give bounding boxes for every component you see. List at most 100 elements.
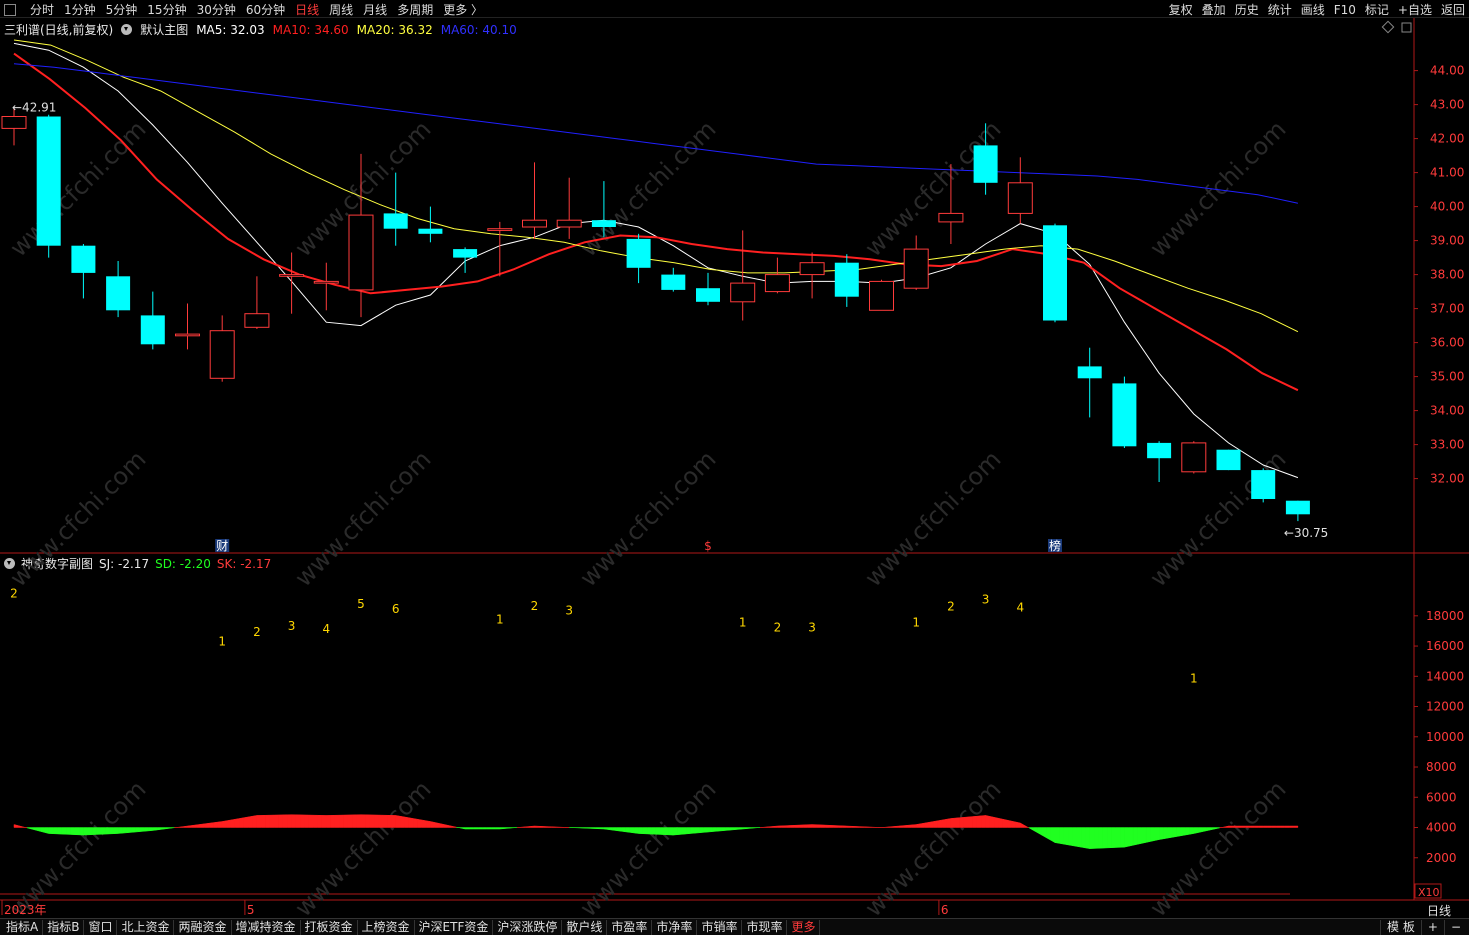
area-segment	[44, 827, 49, 834]
area-segment	[742, 827, 748, 830]
count-label: 2	[10, 587, 18, 601]
area-segment	[1037, 827, 1043, 836]
area-segment	[751, 827, 756, 829]
bottom-tab[interactable]: 北上资金	[117, 920, 175, 935]
candle	[869, 279, 894, 311]
area-segment	[508, 827, 514, 829]
area-segment	[48, 827, 54, 835]
bottom-tab[interactable]: 增减持资金	[232, 920, 301, 935]
bottom-tab[interactable]: 市销率	[697, 920, 743, 935]
bottom-tab[interactable]: 市净率	[652, 920, 698, 935]
bottom-tab[interactable]: 窗口	[84, 920, 118, 935]
toolbar-button[interactable]: 返回	[1441, 1, 1465, 18]
period-tab[interactable]: 更多 〉	[443, 1, 483, 18]
area-segment	[473, 827, 479, 830]
area-segment	[924, 821, 930, 828]
area-segment	[581, 827, 587, 829]
area-segment	[369, 814, 375, 828]
toolbar-button[interactable]: 复权	[1169, 1, 1193, 18]
bottom-right-buttons: 模 板 + −	[1380, 920, 1467, 935]
bottom-tab[interactable]: 沪深涨跌停	[493, 920, 563, 935]
area-segment	[863, 826, 869, 828]
candle-body	[1285, 500, 1310, 515]
bottom-right-button[interactable]: 模 板	[1380, 920, 1421, 935]
bottom-tab[interactable]: 市盈率	[607, 920, 653, 935]
bottom-tab[interactable]: 沪深ETF资金	[415, 920, 494, 935]
area-segment	[74, 827, 80, 836]
area-segment	[594, 827, 600, 830]
area-segment	[31, 827, 36, 831]
period-tab[interactable]: 30分钟	[197, 1, 236, 18]
area-segment	[1158, 827, 1164, 840]
watermark-layer: www.cfchi.com www.cfchi.com www.cfchi.com w…	[4, 115, 1291, 918]
bottom-right-button[interactable]: −	[1443, 920, 1467, 935]
area-segment	[352, 814, 357, 828]
watermark-text: www.cfchi.com	[1144, 775, 1291, 918]
count-label: 3	[288, 619, 296, 633]
period-tab[interactable]: 5分钟	[106, 1, 138, 18]
sub-y-tick-label: 18000	[1426, 609, 1464, 623]
toolbar-button[interactable]: 标记	[1365, 1, 1389, 18]
area-segment	[1150, 827, 1156, 842]
bottom-tab[interactable]: 指标A	[2, 920, 44, 935]
toolbar-button[interactable]: +自选	[1398, 1, 1432, 18]
area-segment	[382, 814, 388, 828]
area-segment	[846, 825, 852, 828]
area-segment	[252, 815, 258, 828]
candle	[730, 230, 756, 321]
candle-body	[764, 274, 790, 293]
area-segment	[239, 817, 245, 828]
area-segment	[1028, 827, 1034, 831]
period-tab[interactable]: 多周期	[397, 1, 433, 18]
area-segment	[998, 817, 1004, 828]
area-segment	[725, 827, 730, 831]
period-tab[interactable]: 分时	[30, 1, 54, 18]
area-segment	[18, 825, 23, 828]
window-icon[interactable]	[4, 3, 16, 16]
area-segment	[855, 826, 861, 828]
bottom-tab[interactable]: 市现率	[742, 920, 788, 935]
area-segment	[1241, 825, 1247, 828]
area-segment	[1288, 825, 1294, 828]
toolbar-button[interactable]: 历史	[1235, 1, 1259, 18]
area-segment	[274, 814, 279, 828]
toolbar-button[interactable]: F10	[1334, 3, 1356, 17]
area-segment	[169, 827, 175, 829]
area-segment	[529, 825, 535, 828]
candle	[626, 233, 651, 284]
count-label: 2	[253, 625, 261, 639]
area-segment	[174, 826, 180, 828]
area-segment	[126, 827, 132, 834]
candle	[209, 315, 235, 382]
toolbar-button[interactable]: 叠加	[1202, 1, 1226, 18]
count-label: 2	[774, 621, 782, 635]
count-label: 1	[218, 634, 226, 648]
count-label: 3	[982, 593, 990, 607]
period-tab[interactable]: 周线	[329, 1, 353, 18]
area-segment	[720, 827, 726, 832]
sub-y-tick-label: 12000	[1426, 700, 1464, 714]
area-segment	[790, 824, 795, 828]
toolbar-button[interactable]: 统计	[1268, 1, 1292, 18]
bottom-tab[interactable]: 打板资金	[301, 920, 358, 935]
area-segment	[976, 815, 982, 828]
bottom-tab[interactable]: 更多	[787, 920, 821, 935]
period-tab[interactable]: 60分钟	[246, 1, 285, 18]
period-tab[interactable]: 月线	[363, 1, 387, 18]
area-segment	[1020, 822, 1025, 828]
bottom-tab[interactable]: 散户线	[562, 920, 608, 935]
toolbar-button[interactable]: 画线	[1301, 1, 1325, 18]
area-segment	[768, 826, 774, 828]
chart-area[interactable]: www.cfchi.com www.cfchi.com www.cfchi.com w…	[0, 18, 1469, 918]
period-tab[interactable]: 15分钟	[147, 1, 186, 18]
bottom-right-button[interactable]: +	[1420, 920, 1444, 935]
bottom-tab[interactable]: 两融资金	[174, 920, 232, 935]
area-segment	[681, 827, 687, 835]
area-segment	[1171, 827, 1177, 838]
area-segment	[985, 815, 991, 828]
bottom-tab[interactable]: 上榜资金	[358, 920, 415, 935]
bottom-tab[interactable]: 指标B	[43, 920, 85, 935]
period-tab[interactable]: 日线	[295, 1, 319, 18]
period-tab[interactable]: 1分钟	[64, 1, 96, 18]
area-segment	[148, 827, 154, 832]
